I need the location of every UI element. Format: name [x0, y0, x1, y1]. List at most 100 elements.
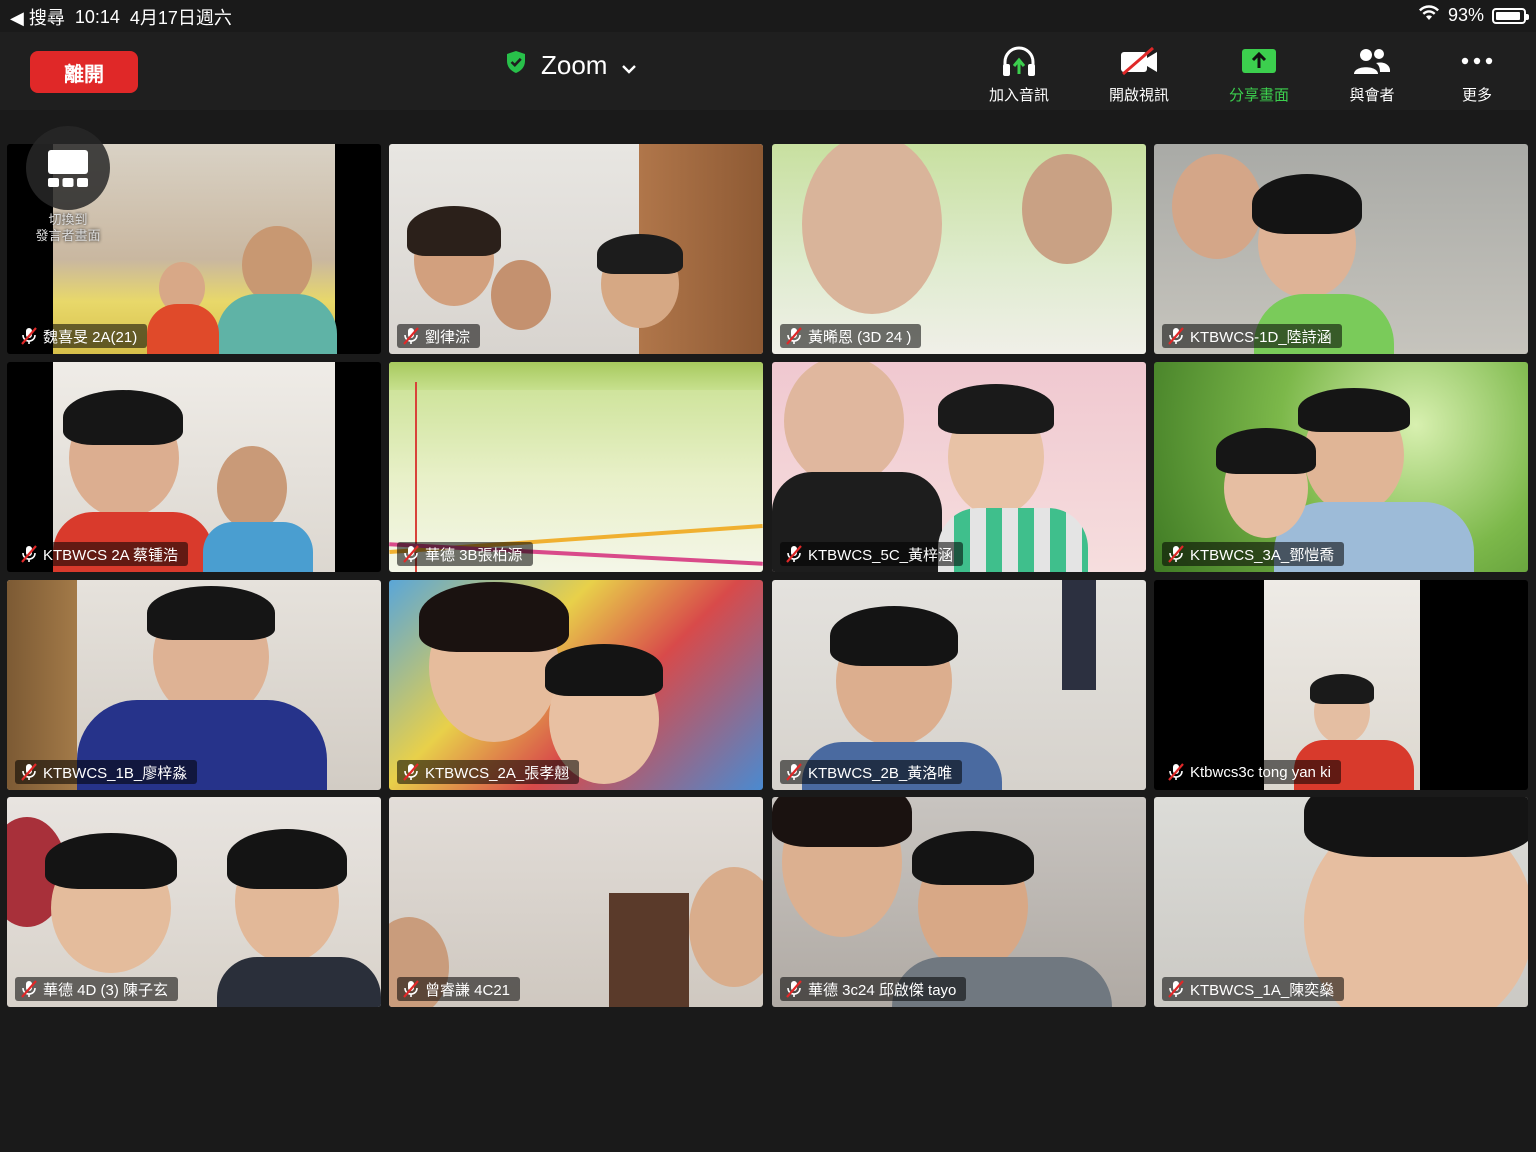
mic-muted-icon: [21, 763, 37, 781]
more-icon: [1460, 44, 1494, 78]
status-bar: ◀ 搜尋 10:14 4月17日週六 93%: [0, 0, 1536, 32]
meeting-title: Zoom: [541, 50, 608, 80]
participant-name-tag: KTBWCS_1B_廖梓淼: [15, 760, 198, 784]
mic-muted-icon: [1168, 980, 1184, 998]
participant-hair: [1252, 174, 1362, 234]
participant-face: [784, 362, 904, 486]
video-feed: [7, 580, 77, 790]
clock: 10:14: [74, 6, 120, 27]
participants-button[interactable]: 與會者: [1322, 44, 1422, 106]
participant-name-tag: KTBWCS 2A 蔡锺浩: [15, 542, 189, 566]
video-tile[interactable]: 黃晞恩 (3D 24 ): [772, 144, 1146, 354]
participant-name-tag: 華德 3c24 邱啟傑 tayo: [780, 977, 967, 1001]
mic-muted-icon: [403, 545, 419, 563]
participant-hair: [419, 582, 569, 652]
shield-check-icon: [505, 50, 527, 81]
background-object: [1062, 580, 1096, 690]
video-tile[interactable]: KTBWCS_3A_鄧愷喬: [1154, 362, 1528, 572]
participant-hair: [1304, 797, 1528, 857]
mic-muted-icon: [786, 545, 802, 563]
participant-hair: [227, 829, 347, 889]
video-tile[interactable]: KTBWCS_2B_黃洛唯: [772, 580, 1146, 790]
participant-face: [217, 446, 287, 530]
video-off-icon: [1119, 44, 1159, 78]
participant-hair: [407, 206, 501, 256]
meeting-title-dropdown[interactable]: Zoom: [505, 50, 637, 81]
video-tile[interactable]: 華德 4D (3) 陳子玄: [7, 797, 381, 1007]
participant-hair: [147, 586, 275, 640]
video-tile[interactable]: 華德 3B張柏源: [389, 362, 763, 572]
chevron-down-icon: [621, 50, 637, 81]
video-tile[interactable]: Ktbwcs3c tong yan ki: [1154, 580, 1528, 790]
participant-face: [802, 144, 942, 314]
battery-percent: 93%: [1447, 5, 1484, 25]
video-tile[interactable]: KTBWCS_5C_黃梓涵: [772, 362, 1146, 572]
mic-muted-icon: [403, 980, 419, 998]
mic-muted-icon: [786, 327, 802, 345]
wifi-icon: [1418, 4, 1440, 27]
switch-to-speaker-view-button[interactable]: 切換到 發言者畫面: [26, 126, 110, 246]
participant-hair: [63, 390, 183, 445]
join-audio-button[interactable]: 加入音訊: [969, 44, 1069, 106]
mic-muted-icon: [1168, 545, 1184, 563]
participant-hair: [1298, 388, 1410, 432]
participant-hair: [912, 831, 1034, 885]
share-screen-icon: [1241, 44, 1277, 78]
participant-name-tag: KTBWCS_2A_張孝翹: [397, 760, 580, 784]
date: 4月17日週六: [129, 8, 232, 28]
video-tile[interactable]: 曾睿謙 4C21: [389, 797, 763, 1007]
participant-hair: [830, 606, 958, 666]
mic-muted-icon: [403, 763, 419, 781]
participant-face: [242, 226, 312, 304]
participant-name-tag: 黃晞恩 (3D 24 ): [780, 324, 922, 348]
participant-hair: [1216, 428, 1316, 474]
leave-button[interactable]: 離開: [30, 51, 138, 93]
share-screen-button[interactable]: 分享畫面: [1209, 44, 1309, 106]
mic-muted-icon: [21, 327, 37, 345]
participant-face: [689, 867, 763, 987]
battery-icon: [1492, 7, 1529, 24]
mic-muted-icon: [1168, 763, 1184, 781]
video-tile[interactable]: KTBWCS_1B_廖梓淼: [7, 580, 381, 790]
participant-name-tag: KTBWCS_5C_黃梓涵: [780, 542, 964, 566]
mic-muted-icon: [21, 545, 37, 563]
participant-name-tag: Ktbwcs3c tong yan ki: [1162, 760, 1341, 784]
mic-muted-icon: [21, 980, 37, 998]
meeting-toolbar: 離開 Zoom 加入音訊 開啟視訊 分享畫面 與會者 更多: [0, 32, 1536, 110]
video-tile[interactable]: 劉律淙: [389, 144, 763, 354]
speaker-view-icon: [48, 150, 88, 187]
participant-name-tag: KTBWCS_1A_陳奕燊: [1162, 977, 1345, 1001]
participant-face: [491, 260, 551, 330]
back-to-search-link[interactable]: ◀ 搜尋: [10, 4, 65, 30]
headphones-icon: [1000, 44, 1038, 78]
participant-face: [1172, 154, 1262, 259]
virtual-background-banner: [389, 362, 763, 390]
participant-name-tag: 華德 3B張柏源: [397, 542, 533, 566]
video-tile[interactable]: KTBWCS 2A 蔡锺浩: [7, 362, 381, 572]
more-button[interactable]: 更多: [1427, 44, 1527, 106]
participant-name-tag: KTBWCS_3A_鄧愷喬: [1162, 542, 1345, 566]
participant-hair: [45, 833, 177, 889]
video-tile[interactable]: KTBWCS_1A_陳奕燊: [1154, 797, 1528, 1007]
video-tile[interactable]: KTBWCS_2A_張孝翹: [389, 580, 763, 790]
start-video-button[interactable]: 開啟視訊: [1089, 44, 1189, 106]
participant-face: [1022, 154, 1112, 264]
participant-hair: [597, 234, 683, 274]
participant-body: [203, 522, 313, 572]
participant-body: [217, 957, 381, 1007]
participant-hair: [1310, 674, 1374, 704]
mic-muted-icon: [786, 763, 802, 781]
participant-name-tag: KTBWCS-1D_陸詩涵: [1162, 324, 1342, 348]
participant-hair: [545, 644, 663, 696]
participant-hair: [772, 797, 912, 847]
participant-hair: [938, 384, 1054, 434]
mic-muted-icon: [786, 980, 802, 998]
video-tile[interactable]: 華德 3c24 邱啟傑 tayo: [772, 797, 1146, 1007]
participant-name-tag: 華德 4D (3) 陳子玄: [15, 977, 179, 1001]
background-door: [609, 893, 689, 1007]
mic-muted-icon: [1168, 327, 1184, 345]
mic-muted-icon: [403, 327, 419, 345]
participant-name-tag: 魏喜旻 2A(21): [15, 324, 148, 348]
participant-body: [147, 304, 219, 354]
video-tile[interactable]: KTBWCS-1D_陸詩涵: [1154, 144, 1528, 354]
